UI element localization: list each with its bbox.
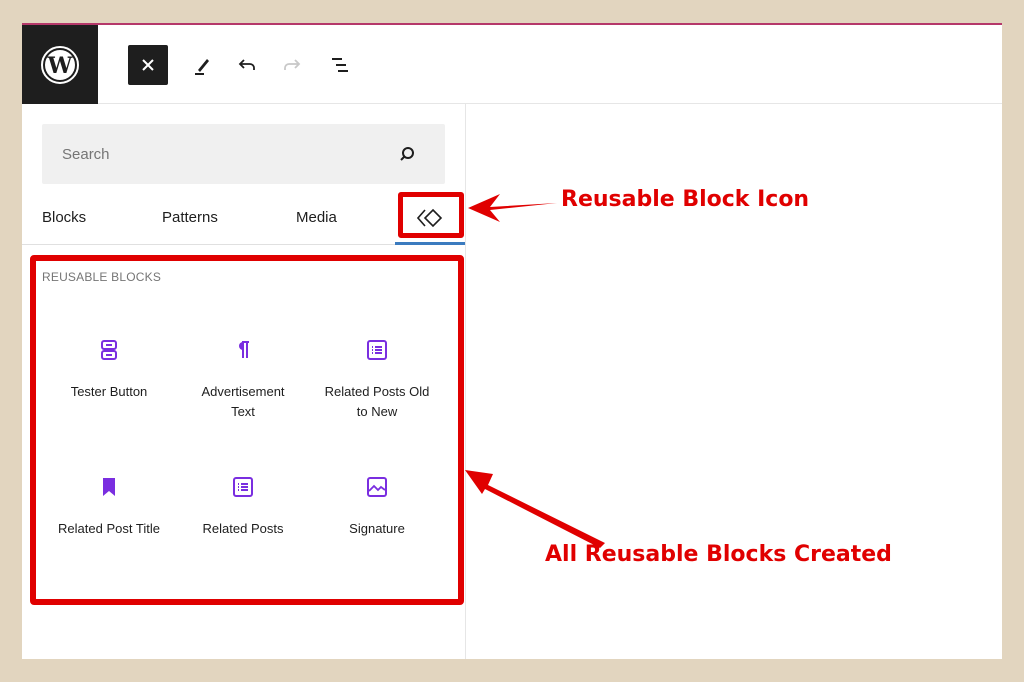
wordpress-logo-icon: W bbox=[41, 45, 79, 84]
list-view-button[interactable] bbox=[320, 45, 360, 85]
close-inserter-button[interactable] bbox=[128, 45, 168, 85]
list-view-icon bbox=[332, 58, 348, 72]
search-box bbox=[42, 124, 445, 184]
svg-text:W: W bbox=[47, 53, 73, 79]
close-icon bbox=[142, 59, 154, 71]
pencil-icon bbox=[195, 59, 209, 75]
annotation-highlight-icon bbox=[398, 192, 464, 238]
search-input[interactable] bbox=[42, 124, 445, 184]
wordpress-logo-button[interactable]: W bbox=[22, 25, 98, 104]
annotation-label-blocks: All Reusable Blocks Created bbox=[545, 542, 892, 567]
redo-button[interactable] bbox=[272, 45, 312, 85]
annotation-highlight-blocks bbox=[30, 255, 464, 605]
undo-button[interactable] bbox=[227, 45, 267, 85]
tab-patterns[interactable]: Patterns bbox=[162, 198, 218, 245]
redo-icon bbox=[284, 59, 301, 70]
top-toolbar: W bbox=[22, 25, 1002, 104]
block-inserter-sidebar: Blocks Patterns Media REUSABLE BLOCKS Te… bbox=[22, 104, 466, 659]
annotation-label-icon: Reusable Block Icon bbox=[561, 187, 810, 212]
tab-media[interactable]: Media bbox=[296, 198, 337, 245]
edit-tool-button[interactable] bbox=[182, 45, 222, 85]
tab-blocks[interactable]: Blocks bbox=[42, 198, 86, 245]
search-icon[interactable] bbox=[397, 144, 417, 164]
undo-icon bbox=[238, 59, 255, 70]
